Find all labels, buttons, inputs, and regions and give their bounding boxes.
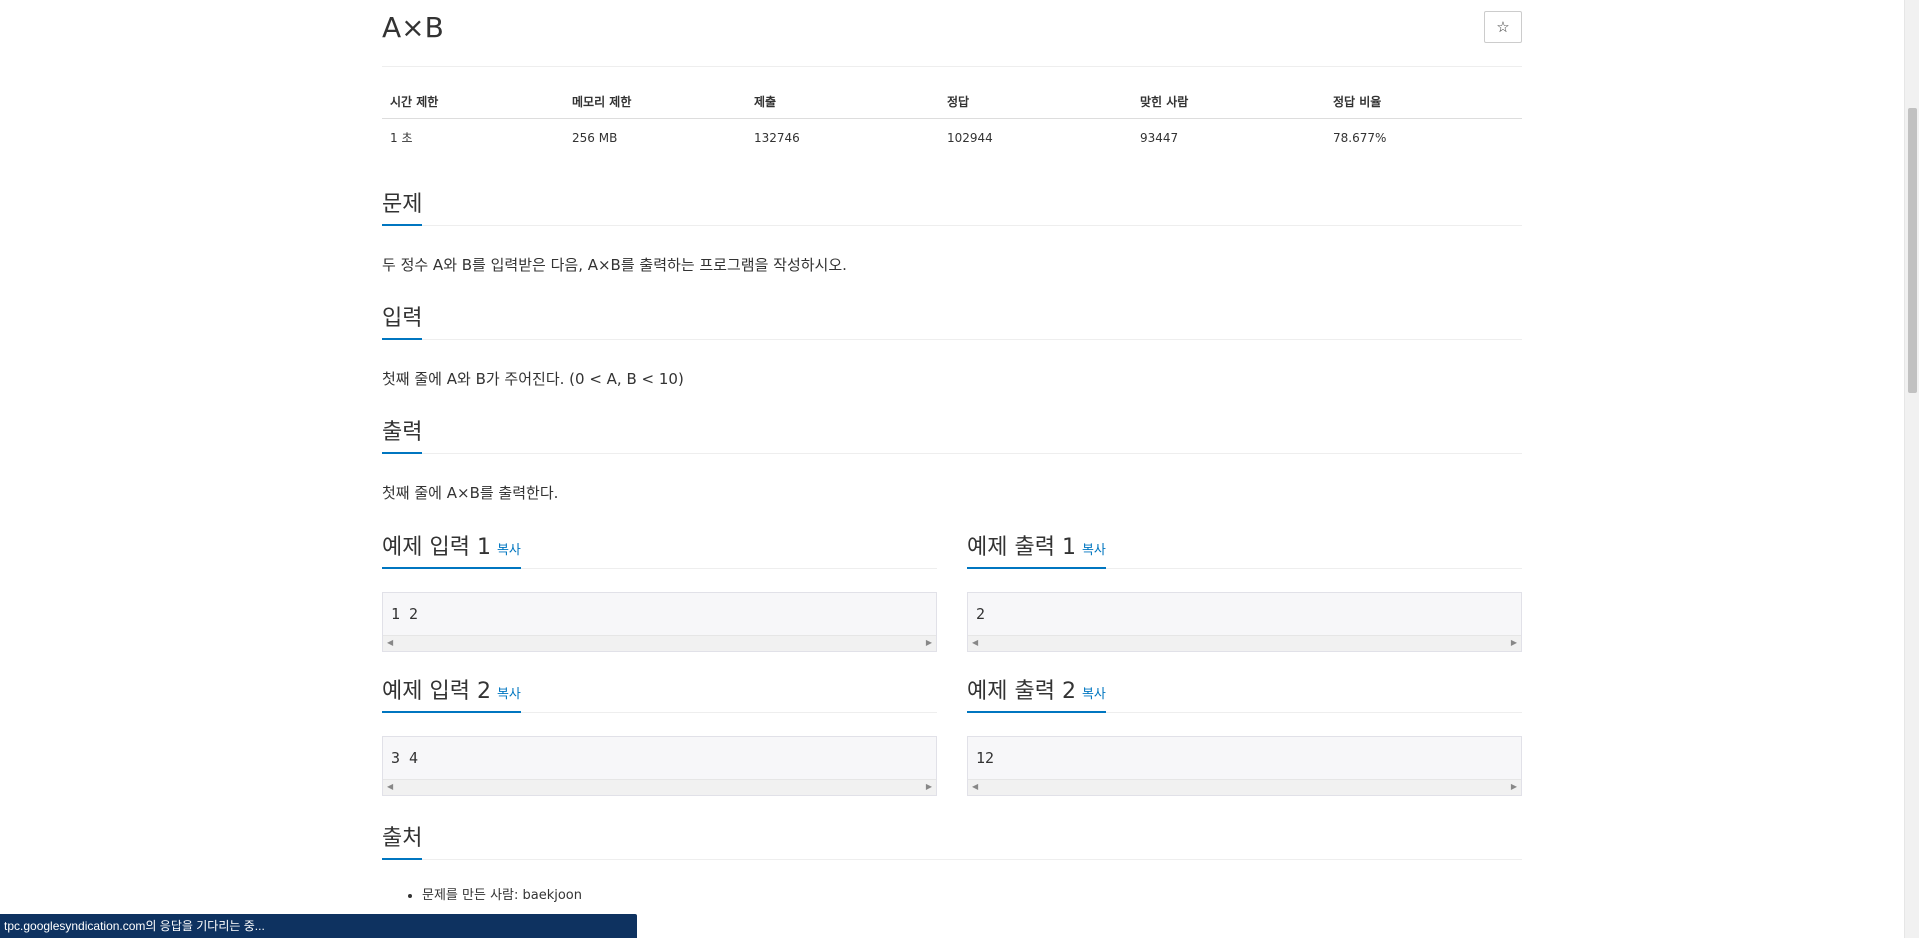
header-submissions: 제출 (746, 88, 939, 119)
source-section-title: 출처 (382, 820, 423, 860)
value-submissions[interactable]: 132746 (746, 119, 939, 157)
favorite-button[interactable]: ☆ (1484, 11, 1522, 43)
output-description: 첫째 줄에 A×B를 출력한다. (382, 484, 559, 502)
sample-output-2-box: 12 ◀ ▶ (967, 736, 1522, 796)
sample-input-1-title: 예제 입력 1 복사 (382, 529, 521, 569)
sample-output-2-scrollbar[interactable]: ◀ ▶ (968, 779, 1521, 795)
sample-input-2-label: 예제 입력 2 (382, 679, 491, 704)
scrollbar-thumb[interactable] (1908, 108, 1917, 393)
source-list-item[interactable]: 문제를 만든 사람: baekjoon (422, 884, 582, 903)
sample-output-2-content: 12 (976, 749, 995, 767)
header-accepted: 정답 (939, 88, 1132, 119)
problem-info-table: 시간 제한 메모리 제한 제출 정답 맞힌 사람 정답 비율 1 초 256 M… (382, 88, 1522, 156)
copy-sample-input-2-link[interactable]: 복사 (497, 687, 521, 702)
sample-input-1-box: 1 2 ◀ ▶ (382, 592, 937, 652)
sample-input-1-headline: 예제 입력 1 복사 (382, 529, 937, 569)
output-section-headline: 출력 (382, 414, 1522, 454)
info-value-row: 1 초 256 MB 132746 102944 93447 78.677% (382, 119, 1522, 157)
sample-output-1-headline: 예제 출력 1 복사 (967, 529, 1522, 569)
value-memory-limit: 256 MB (572, 130, 618, 145)
sample-output-2-title: 예제 출력 2 복사 (967, 673, 1106, 713)
header-solved-users: 맞힌 사람 (1132, 88, 1325, 119)
scroll-left-icon[interactable]: ◀ (972, 639, 978, 647)
copy-sample-input-1-link[interactable]: 복사 (497, 543, 521, 558)
sample-input-2-scrollbar[interactable]: ◀ ▶ (383, 779, 936, 795)
sample-output-2-headline: 예제 출력 2 복사 (967, 673, 1522, 713)
sample-input-2-headline: 예제 입력 2 복사 (382, 673, 937, 713)
scroll-left-icon[interactable]: ◀ (387, 783, 393, 791)
scroll-right-icon[interactable]: ▶ (1511, 639, 1517, 647)
star-icon: ☆ (1496, 19, 1510, 36)
input-section-headline: 입력 (382, 300, 1522, 340)
scroll-left-icon[interactable]: ◀ (387, 639, 393, 647)
sample-output-1-content: 2 (976, 605, 986, 623)
copy-sample-output-1-link[interactable]: 복사 (1082, 543, 1106, 558)
page: A×B ☆ 시간 제한 메모리 제한 제출 정답 맞힌 사람 정답 비율 1 초 (0, 0, 1919, 938)
problem-description: 두 정수 A와 B를 입력받은 다음, A×B를 출력하는 프로그램을 작성하시… (382, 256, 847, 274)
source-section-headline: 출처 (382, 820, 1522, 860)
header-accept-ratio: 정답 비율 (1325, 88, 1522, 119)
sample-output-1-box: 2 ◀ ▶ (967, 592, 1522, 652)
sample-input-2-box: 3 4 ◀ ▶ (382, 736, 937, 796)
title-row: A×B ☆ (382, 0, 1522, 67)
sample-output-1-label: 예제 출력 1 (967, 535, 1076, 560)
scroll-right-icon[interactable]: ▶ (926, 783, 932, 791)
problem-section-title: 문제 (382, 186, 423, 226)
sample-input-1-label: 예제 입력 1 (382, 535, 491, 560)
value-solved-users[interactable]: 93447 (1132, 119, 1325, 157)
browser-status-bar: tpc.googlesyndication.com의 응답을 기다리는 중... (0, 914, 637, 938)
sample-output-1-title: 예제 출력 1 복사 (967, 529, 1106, 569)
scroll-right-icon[interactable]: ▶ (926, 639, 932, 647)
value-time-limit: 1 초 (390, 131, 413, 145)
sample-input-1-content: 1 2 (391, 605, 419, 623)
output-section-title: 출력 (382, 414, 423, 454)
value-accepted[interactable]: 102944 (939, 119, 1132, 157)
sample-input-2-title: 예제 입력 2 복사 (382, 673, 521, 713)
sample-output-1-scrollbar[interactable]: ◀ ▶ (968, 635, 1521, 651)
sample-input-1-scrollbar[interactable]: ◀ ▶ (383, 635, 936, 651)
header-time-limit: 시간 제한 (382, 88, 564, 119)
input-section-title: 입력 (382, 300, 423, 340)
problem-title: A×B (382, 11, 444, 44)
page-vertical-scrollbar[interactable] (1904, 0, 1919, 938)
problem-container: A×B ☆ 시간 제한 메모리 제한 제출 정답 맞힌 사람 정답 비율 1 초 (382, 0, 1522, 903)
sample-input-2-content: 3 4 (391, 749, 419, 767)
source-list: 문제를 만든 사람: baekjoon (382, 884, 582, 903)
value-accept-ratio: 78.677% (1333, 130, 1387, 145)
input-description: 첫째 줄에 A와 B가 주어진다. (0 < A, B < 10) (382, 370, 684, 388)
scroll-right-icon[interactable]: ▶ (1511, 783, 1517, 791)
info-header-row: 시간 제한 메모리 제한 제출 정답 맞힌 사람 정답 비율 (382, 88, 1522, 119)
sample-output-2-label: 예제 출력 2 (967, 679, 1076, 704)
copy-sample-output-2-link[interactable]: 복사 (1082, 687, 1106, 702)
problem-section-headline: 문제 (382, 186, 1522, 226)
header-memory-limit: 메모리 제한 (564, 88, 746, 119)
scroll-left-icon[interactable]: ◀ (972, 783, 978, 791)
